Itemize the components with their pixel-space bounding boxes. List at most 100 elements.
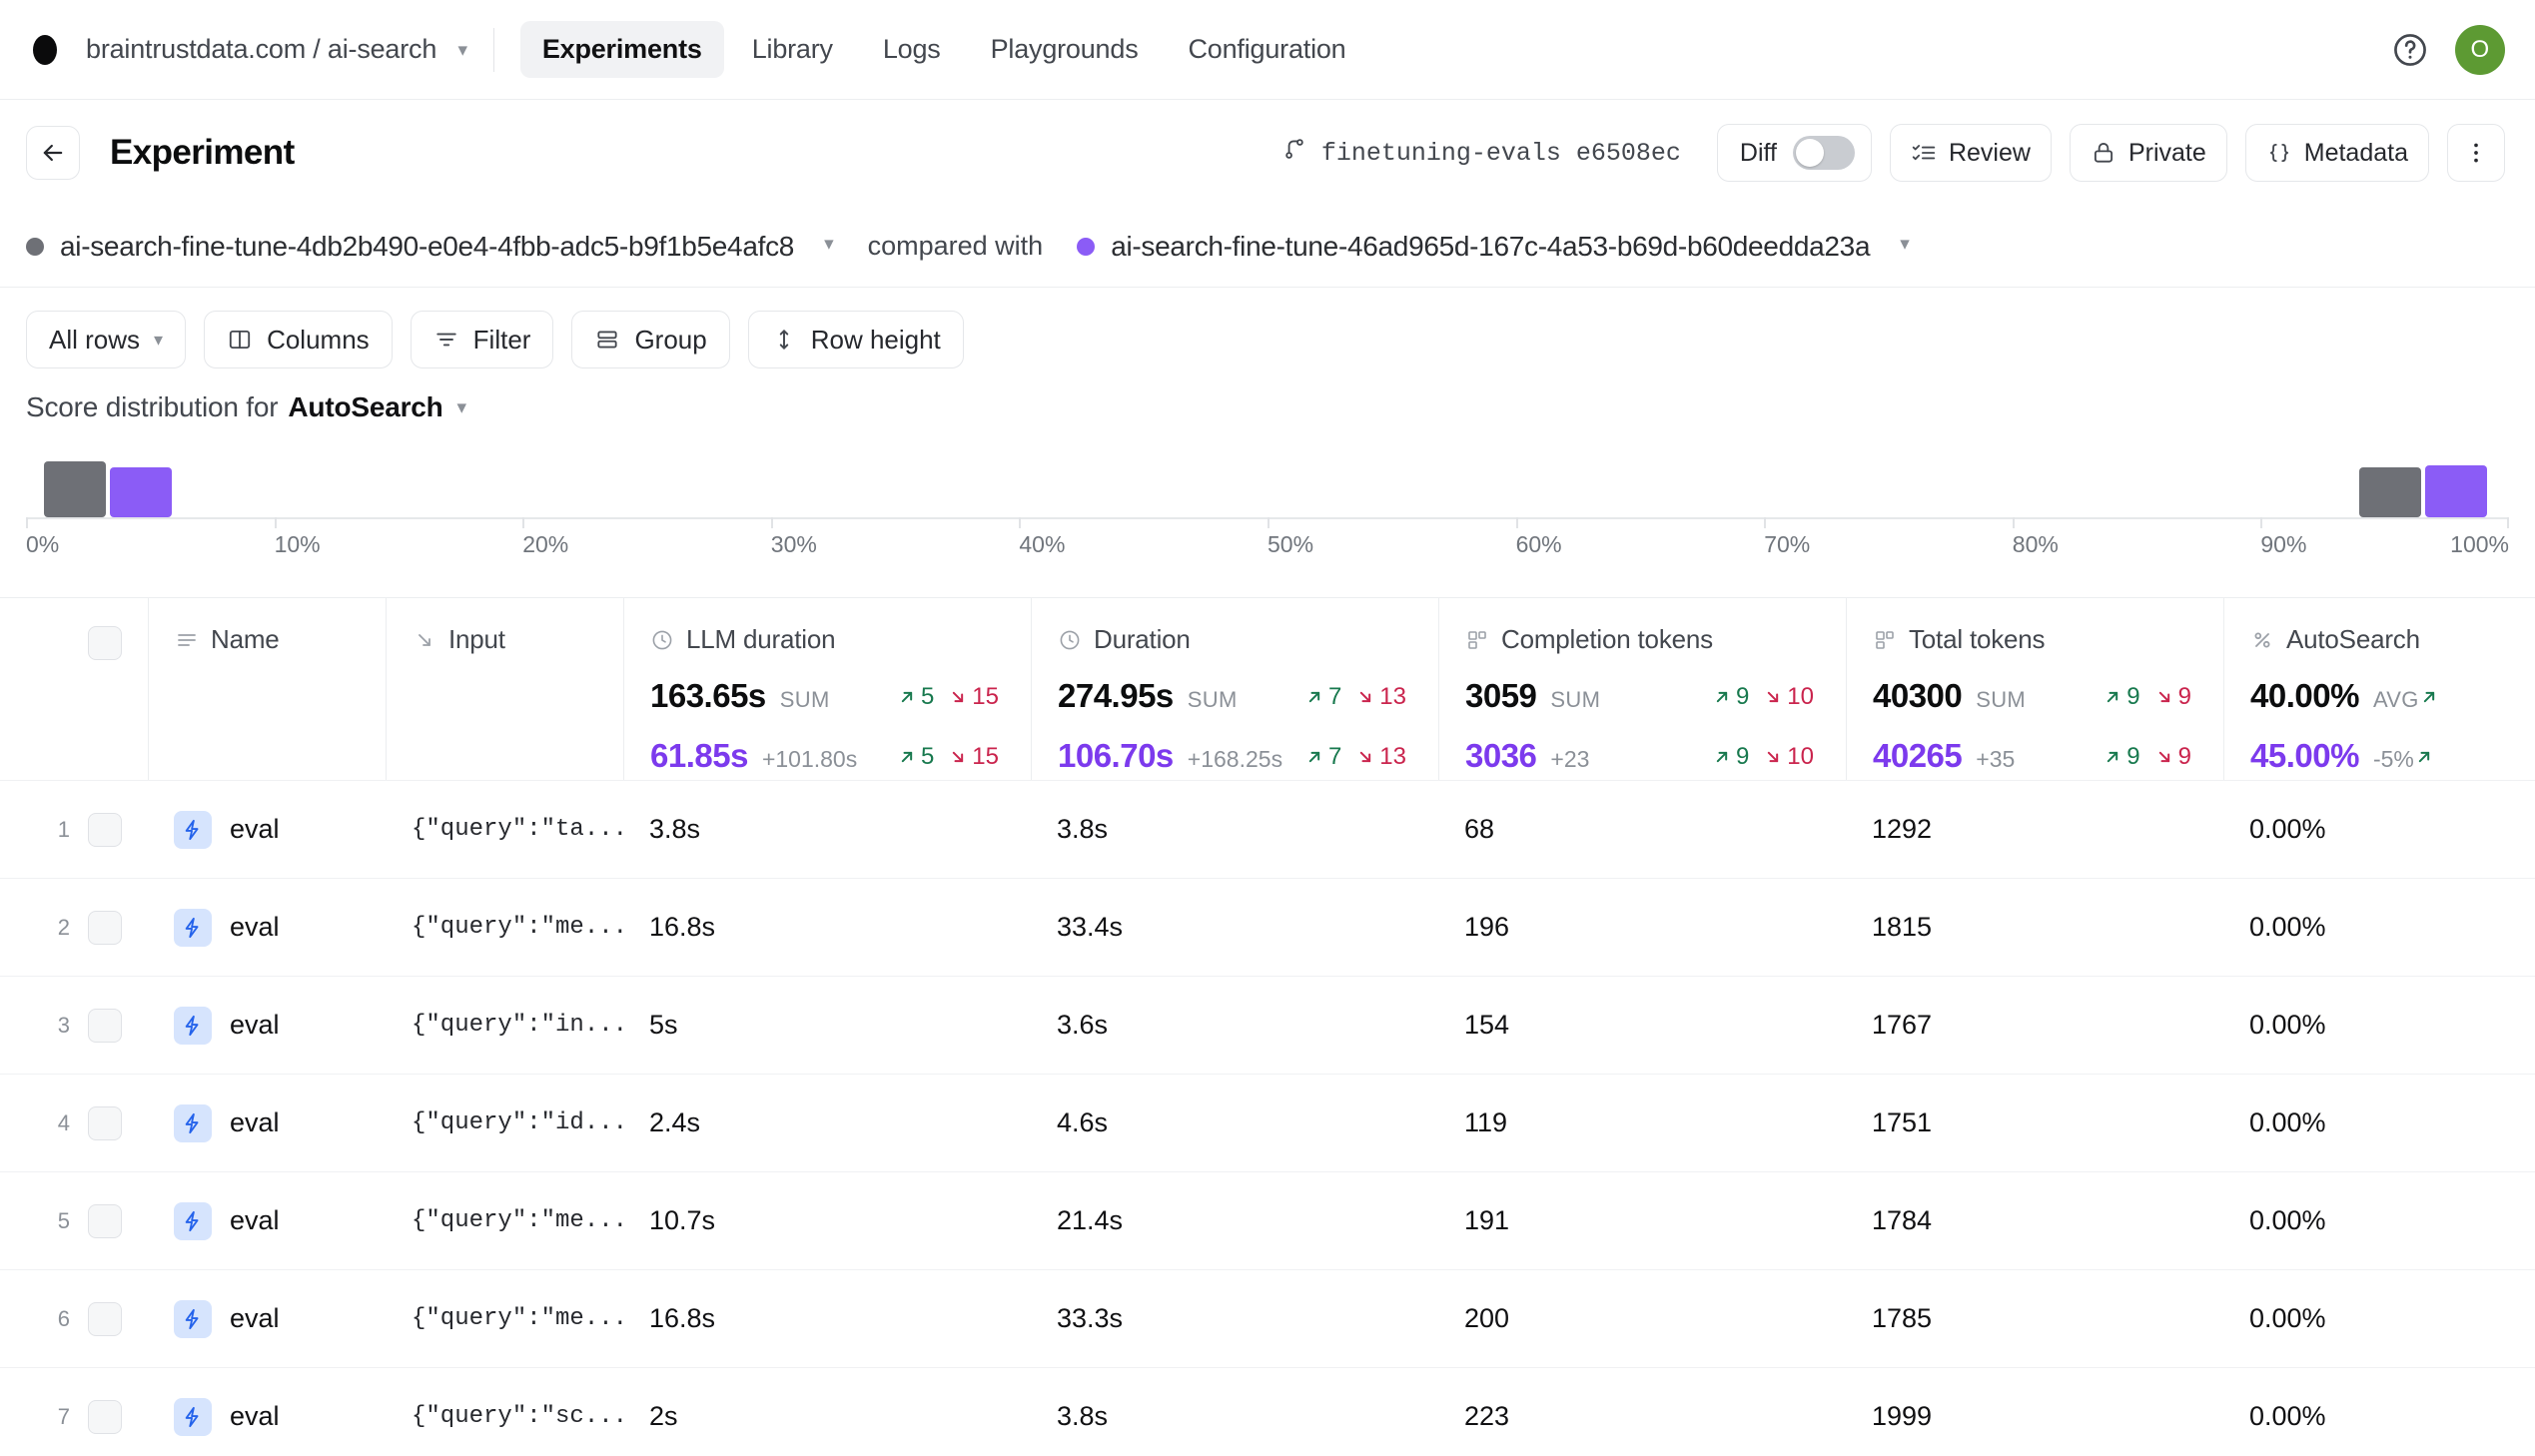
header-autosearch-column[interactable]: AutoSearch 40.00% AVG 45.00% -5% bbox=[2223, 598, 2455, 780]
group-button[interactable]: Group bbox=[571, 311, 729, 368]
columns-button[interactable]: Columns bbox=[204, 311, 393, 368]
header-duration-column[interactable]: Duration 274.95s SUM 7 13 106.70s +168.2… bbox=[1031, 598, 1438, 780]
chevron-down-icon[interactable]: ▾ bbox=[824, 233, 834, 256]
row-checkbox[interactable] bbox=[88, 911, 122, 945]
header-input-column[interactable]: Input bbox=[386, 598, 623, 780]
row-input-cell[interactable]: {"query":"sc... bbox=[386, 1368, 623, 1456]
table-row[interactable]: 4eval{"query":"id...2.4s4.6s11917510.00% bbox=[0, 1074, 2535, 1171]
score-distribution-section: Score distribution for AutoSearch ▾ 0% 1… bbox=[0, 391, 2535, 571]
back-button[interactable] bbox=[26, 126, 80, 180]
row-autosearch-cell: 0.00% bbox=[2223, 1368, 2455, 1456]
score-distribution-title[interactable]: Score distribution for AutoSearch ▾ bbox=[26, 391, 2509, 423]
row-input-cell[interactable]: {"query":"id... bbox=[386, 1075, 623, 1171]
branch-text: finetuning-evals e6508ec bbox=[1321, 139, 1681, 168]
summary-duration-primary: 274.95s SUM 7 13 bbox=[1058, 677, 1428, 715]
row-llm-duration-cell: 2s bbox=[623, 1368, 1031, 1456]
row-input-cell[interactable]: {"query":"me... bbox=[386, 879, 623, 976]
summary-completion-tokens-secondary: 3036 +23 9 10 bbox=[1465, 737, 1836, 775]
table-row[interactable]: 5eval{"query":"me...10.7s21.4s19117840.0… bbox=[0, 1171, 2535, 1269]
row-number: 2 bbox=[58, 915, 70, 941]
metadata-button[interactable]: Metadata bbox=[2245, 124, 2429, 182]
braintrust-logo-icon[interactable] bbox=[26, 31, 64, 69]
improved-count-compare: 9 bbox=[1712, 743, 1749, 771]
diff-toggle-switch[interactable] bbox=[1793, 136, 1855, 170]
table-row[interactable]: 6eval{"query":"me...16.8s33.3s20017850.0… bbox=[0, 1269, 2535, 1367]
regressed-count: 13 bbox=[1355, 683, 1406, 711]
row-height-button[interactable]: Row height bbox=[748, 311, 964, 368]
arrow-down-right-icon bbox=[413, 628, 436, 652]
summary-delta: +168.25s bbox=[1188, 746, 1282, 773]
row-total-tokens-cell: 1785 bbox=[1846, 1270, 2223, 1367]
row-completion-tokens-cell: 119 bbox=[1438, 1075, 1846, 1171]
chevron-down-icon[interactable]: ▾ bbox=[1900, 233, 1910, 256]
primary-experiment-selector[interactable]: ai-search-fine-tune-4db2b490-e0e4-4fbb-a… bbox=[26, 231, 834, 263]
org-project-breadcrumb[interactable]: braintrustdata.com / ai-search ▾ bbox=[86, 34, 467, 65]
tab-configuration[interactable]: Configuration bbox=[1167, 21, 1368, 78]
top-nav-right-actions: O bbox=[2391, 25, 2505, 75]
summary-completion-tokens-primary: 3059 SUM 9 10 bbox=[1465, 677, 1836, 715]
summary-agg: SUM bbox=[780, 687, 830, 713]
row-name-cell[interactable]: eval bbox=[148, 781, 386, 878]
row-input-cell[interactable]: {"query":"me... bbox=[386, 1270, 623, 1367]
tab-library[interactable]: Library bbox=[730, 21, 855, 78]
tab-playgrounds[interactable]: Playgrounds bbox=[969, 21, 1161, 78]
row-checkbox[interactable] bbox=[88, 1204, 122, 1238]
filter-button[interactable]: Filter bbox=[411, 311, 554, 368]
header-duration-label: Duration bbox=[1094, 624, 1191, 655]
summary-total-tokens-secondary: 40265 +35 9 9 bbox=[1873, 737, 2213, 775]
chevron-down-icon[interactable]: ▾ bbox=[457, 396, 466, 419]
row-checkbox[interactable] bbox=[88, 1400, 122, 1434]
secondary-experiment-selector[interactable]: ai-search-fine-tune-46ad965d-167c-4a53-b… bbox=[1077, 231, 1910, 263]
tab-experiments[interactable]: Experiments bbox=[520, 21, 724, 78]
row-duration-cell: 3.6s bbox=[1031, 977, 1438, 1074]
header-name-column[interactable]: Name bbox=[148, 598, 386, 780]
summary-value: 274.95s bbox=[1058, 677, 1174, 715]
filter-label: Filter bbox=[473, 325, 531, 356]
tab-logs[interactable]: Logs bbox=[861, 21, 963, 78]
row-checkbox[interactable] bbox=[88, 813, 122, 847]
diff-toggle-button[interactable]: Diff bbox=[1717, 124, 1872, 182]
header-total-tokens-column[interactable]: Total tokens 40300 SUM 9 9 40265 +35 bbox=[1846, 598, 2223, 780]
improved-count-compare: 7 bbox=[1304, 743, 1341, 771]
row-input-cell[interactable]: {"query":"in... bbox=[386, 977, 623, 1074]
all-rows-button[interactable]: All rows ▾ bbox=[26, 311, 186, 368]
eval-bolt-icon bbox=[174, 1104, 212, 1142]
axis-tick-0: 0% bbox=[26, 531, 59, 558]
summary-agg: SUM bbox=[1550, 687, 1600, 713]
help-circle-icon[interactable] bbox=[2391, 31, 2429, 69]
row-input-cell[interactable]: {"query":"me... bbox=[386, 1172, 623, 1269]
header-autosearch-label: AutoSearch bbox=[2286, 624, 2420, 655]
review-button[interactable]: Review bbox=[1890, 124, 2052, 182]
row-name-cell[interactable]: eval bbox=[148, 1270, 386, 1367]
columns-icon bbox=[227, 327, 253, 353]
header-completion-tokens-column[interactable]: Completion tokens 3059 SUM 9 10 3036 +23 bbox=[1438, 598, 1846, 780]
row-checkbox[interactable] bbox=[88, 1106, 122, 1140]
row-name-cell[interactable]: eval bbox=[148, 1075, 386, 1171]
improved-count: 9 bbox=[1712, 683, 1749, 711]
row-select-cell: 7 bbox=[0, 1368, 148, 1456]
private-button[interactable]: Private bbox=[2070, 124, 2227, 182]
eval-bolt-icon bbox=[174, 811, 212, 849]
row-input-cell[interactable]: {"query":"ta... bbox=[386, 781, 623, 878]
row-checkbox[interactable] bbox=[88, 1302, 122, 1336]
row-llm-duration-cell: 3.8s bbox=[623, 781, 1031, 878]
header-llm-duration-column[interactable]: LLM duration 163.65s SUM 5 15 61.85s +10… bbox=[623, 598, 1031, 780]
row-checkbox[interactable] bbox=[88, 1009, 122, 1043]
row-select-cell: 3 bbox=[0, 977, 148, 1074]
table-row[interactable]: 3eval{"query":"in...5s3.6s15417670.00% bbox=[0, 976, 2535, 1074]
row-completion-tokens-cell: 200 bbox=[1438, 1270, 1846, 1367]
table-row[interactable]: 2eval{"query":"me...16.8s33.4s19618150.0… bbox=[0, 878, 2535, 976]
chevron-down-icon[interactable]: ▾ bbox=[457, 39, 466, 62]
row-name-cell[interactable]: eval bbox=[148, 1368, 386, 1456]
row-name-label: eval bbox=[230, 912, 280, 943]
row-name-cell[interactable]: eval bbox=[148, 1172, 386, 1269]
org-project-label: braintrustdata.com / ai-search bbox=[86, 34, 436, 64]
table-row[interactable]: 7eval{"query":"sc...2s3.8s22319990.00% bbox=[0, 1367, 2535, 1456]
more-vertical-icon[interactable] bbox=[2447, 124, 2505, 182]
avatar[interactable]: O bbox=[2455, 25, 2505, 75]
row-name-cell[interactable]: eval bbox=[148, 879, 386, 976]
table-row[interactable]: 1eval{"query":"ta...3.8s3.8s6812920.00% bbox=[0, 780, 2535, 878]
select-all-checkbox[interactable] bbox=[88, 626, 122, 660]
row-name-cell[interactable]: eval bbox=[148, 977, 386, 1074]
axis-tick-7: 70% bbox=[1764, 531, 1810, 558]
